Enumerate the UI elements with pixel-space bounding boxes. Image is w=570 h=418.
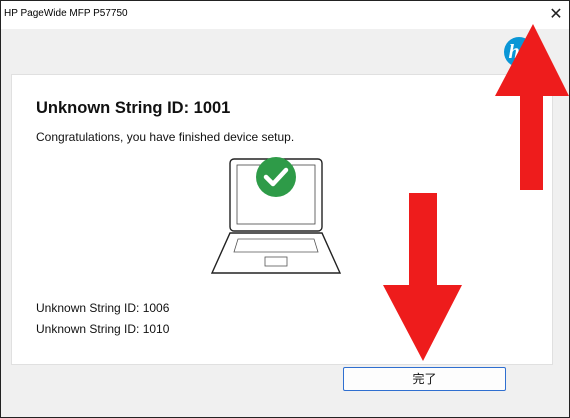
window-title: HP PageWide MFP P57750 — [4, 8, 128, 19]
title-bar: HP PageWide MFP P57750 ✕ — [1, 1, 569, 29]
completion-message: Congratulations, you have finished devic… — [36, 130, 295, 144]
status-line-1: Unknown String ID: 1006 — [36, 301, 170, 315]
arrow-up-annotation — [495, 24, 569, 190]
status-line-2: Unknown String ID: 1010 — [36, 322, 170, 336]
page-title: Unknown String ID: 1001 — [36, 99, 231, 117]
setup-window: HP PageWide MFP P57750 ✕ hp Unknown Stri… — [0, 0, 570, 418]
finish-button[interactable]: 完了 — [343, 367, 506, 391]
laptop-check-icon — [210, 157, 342, 274]
arrow-down-annotation — [383, 193, 462, 361]
content-panel: Unknown String ID: 1001 Congratulations,… — [11, 74, 553, 365]
